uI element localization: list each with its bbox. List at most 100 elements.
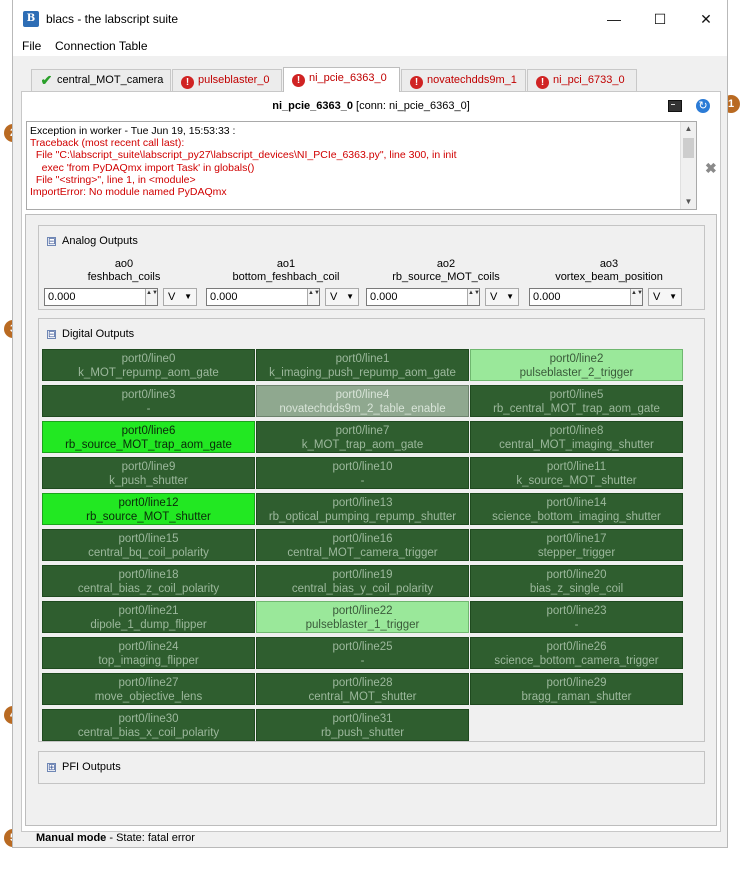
state-label: - State: fatal error (106, 832, 195, 844)
device-panel: ni_pcie_6363_0 [conn: ni_pcie_6363_0] ↻ … (21, 91, 721, 832)
do-name-label: rb_central_MOT_trap_aom_gate (493, 403, 660, 415)
tab-ni-pcie-6363-0[interactable]: ! ni_pcie_6363_0 (283, 67, 400, 92)
digital-output-button[interactable]: port0/line2 pulseblaster_2_trigger (470, 349, 683, 381)
minimize-button[interactable]: — (591, 6, 637, 32)
digital-output-button[interactable]: port0/line0 k_MOT_repump_aom_gate (42, 349, 255, 381)
collapse-icon[interactable]: ⊟ (47, 330, 56, 339)
analog-outputs-title: Analog Outputs (62, 235, 138, 247)
tab-pulseblaster-0[interactable]: ! pulseblaster_0 (172, 69, 282, 91)
do-port-label: port0/line18 (118, 569, 179, 581)
ao-name: vortex_beam_position (555, 271, 663, 283)
spin-arrows-icon[interactable]: ▲▼ (307, 289, 320, 305)
tab-novatechdds9m-1[interactable]: ! novatechdds9m_1 (401, 69, 526, 91)
ao-channel: ao2 (436, 258, 456, 270)
ao-unit-select[interactable]: V ▼ (648, 288, 682, 306)
analog-output-ao0: ao0 feshbach_coils 0.000 ▲▼ V ▼ (44, 258, 204, 306)
digital-output-button[interactable]: port0/line6 rb_source_MOT_trap_aom_gate (42, 421, 255, 453)
digital-output-button[interactable]: port0/line10 - (256, 457, 469, 489)
device-connection: [conn: ni_pcie_6363_0] (356, 100, 470, 112)
error-message-box[interactable]: Exception in worker - Tue Jun 19, 15:53:… (26, 121, 697, 210)
error-icon: ! (292, 74, 305, 87)
refresh-icon[interactable]: ↻ (696, 99, 710, 113)
do-port-label: port0/line20 (546, 569, 607, 581)
digital-output-button[interactable]: port0/line31 rb_push_shutter (256, 709, 469, 741)
digital-output-button[interactable]: port0/line11 k_source_MOT_shutter (470, 457, 683, 489)
title-bar: B blacs - the labscript suite — ☐ ✕ (13, 0, 727, 38)
do-name-label: k_MOT_trap_aom_gate (301, 439, 424, 451)
digital-output-button[interactable]: port0/line9 k_push_shutter (42, 457, 255, 489)
ao-value-input[interactable]: 0.000 ▲▼ (366, 288, 480, 306)
analog-outputs-group: ⊟ Analog Outputs ao0 feshbach_coils 0.000… (38, 225, 705, 310)
digital-output-button[interactable]: port0/line29 bragg_raman_shutter (470, 673, 683, 705)
digital-output-button[interactable]: port0/line30 central_bias_x_coil_polarity (42, 709, 255, 741)
collapse-icon[interactable]: ⊟ (47, 237, 56, 246)
do-port-label: port0/line23 (546, 605, 607, 617)
window-title: blacs - the labscript suite (46, 12, 179, 26)
error-scrollbar[interactable]: ▲ ▼ (680, 122, 696, 209)
expand-icon[interactable]: ⊞ (47, 763, 56, 772)
digital-output-button[interactable]: port0/line15 central_bq_coil_polarity (42, 529, 255, 561)
scroll-down-icon[interactable]: ▼ (681, 195, 696, 209)
do-port-label: port0/line31 (332, 713, 393, 725)
tab-label: ni_pcie_6363_0 (309, 72, 387, 84)
spin-arrows-icon[interactable]: ▲▼ (630, 289, 643, 305)
ao-value-input[interactable]: 0.000 ▲▼ (529, 288, 643, 306)
scroll-up-icon[interactable]: ▲ (681, 122, 696, 136)
digital-output-button[interactable]: port0/line13 rb_optical_pumping_repump_sh… (256, 493, 469, 525)
mode-label: Manual mode (36, 832, 107, 844)
ao-value: 0.000 (533, 291, 561, 303)
digital-output-button[interactable]: port0/line27 move_objective_lens (42, 673, 255, 705)
digital-output-button[interactable]: port0/line28 central_MOT_shutter (256, 673, 469, 705)
digital-output-button[interactable]: port0/line5 rb_central_MOT_trap_aom_gate (470, 385, 683, 417)
do-name-label: bragg_raman_shutter (521, 691, 632, 703)
digital-output-button[interactable]: port0/line18 central_bias_z_coil_polarity (42, 565, 255, 597)
ao-unit-select[interactable]: V ▼ (163, 288, 197, 306)
terminal-icon[interactable] (668, 100, 682, 112)
digital-output-button[interactable]: port0/line22 pulseblaster_1_trigger (256, 601, 469, 633)
digital-output-button[interactable]: port0/line26 science_bottom_camera_trigge… (470, 637, 683, 669)
spin-arrows-icon[interactable]: ▲▼ (145, 289, 158, 305)
digital-output-button[interactable]: port0/line3 - (42, 385, 255, 417)
dismiss-error-icon[interactable]: ✖ (705, 160, 717, 177)
digital-output-button[interactable]: port0/line16 central_MOT_camera_trigger (256, 529, 469, 561)
ao-value-input[interactable]: 0.000 ▲▼ (206, 288, 320, 306)
pfi-outputs-header[interactable]: ⊞ PFI Outputs (47, 761, 121, 773)
ao-name: rb_source_MOT_coils (392, 271, 500, 283)
digital-output-button[interactable]: port0/line20 bias_z_single_coil (470, 565, 683, 597)
spin-arrows-icon[interactable]: ▲▼ (467, 289, 480, 305)
ao-value-input[interactable]: 0.000 ▲▼ (44, 288, 158, 306)
menu-connection-table[interactable]: Connection Table (55, 39, 148, 53)
chevron-down-icon: ▼ (184, 292, 192, 301)
digital-output-button[interactable]: port0/line24 top_imaging_flipper (42, 637, 255, 669)
digital-output-button[interactable]: port0/line1 k_imaging_push_repump_aom_gat… (256, 349, 469, 381)
do-name-label: k_imaging_push_repump_aom_gate (269, 367, 456, 379)
digital-output-button[interactable]: port0/line21 dipole_1_dump_flipper (42, 601, 255, 633)
digital-output-button[interactable]: port0/line14 science_bottom_imaging_shutt… (470, 493, 683, 525)
digital-output-button[interactable]: port0/line19 central_bias_y_coil_polarity (256, 565, 469, 597)
digital-output-button[interactable]: port0/line25 - (256, 637, 469, 669)
ao-unit-select[interactable]: V ▼ (485, 288, 519, 306)
digital-output-button[interactable]: port0/line8 central_MOT_imaging_shutter (470, 421, 683, 453)
scroll-thumb[interactable] (683, 138, 694, 158)
analog-outputs-header[interactable]: ⊟ Analog Outputs (47, 235, 138, 247)
menu-file[interactable]: File (22, 39, 41, 53)
chevron-down-icon: ▼ (669, 292, 677, 301)
ao-unit-select[interactable]: V ▼ (325, 288, 359, 306)
controls-area: ⊟ Analog Outputs ao0 feshbach_coils 0.000… (25, 214, 717, 826)
ao-channel: ao1 (276, 258, 296, 270)
tab-central-mot-camera[interactable]: ✔ central_MOT_camera (31, 69, 171, 91)
do-name-label: pulseblaster_1_trigger (305, 619, 420, 631)
digital-output-button[interactable]: port0/line12 rb_source_MOT_shutter (42, 493, 255, 525)
tab-ni-pci-6733-0[interactable]: ! ni_pci_6733_0 (527, 69, 637, 91)
error-line: ImportError: No module named PyDAQmx (30, 186, 227, 199)
ao-value: 0.000 (370, 291, 398, 303)
digital-output-button[interactable]: port0/line17 stepper_trigger (470, 529, 683, 561)
close-button[interactable]: ✕ (683, 6, 729, 32)
do-port-label: port0/line1 (335, 353, 390, 365)
digital-outputs-header[interactable]: ⊟ Digital Outputs (47, 328, 134, 340)
maximize-button[interactable]: ☐ (637, 6, 683, 32)
digital-outputs-title: Digital Outputs (62, 328, 135, 340)
digital-output-button[interactable]: port0/line23 - (470, 601, 683, 633)
digital-output-button[interactable]: port0/line7 k_MOT_trap_aom_gate (256, 421, 469, 453)
do-port-label: port0/line0 (121, 353, 176, 365)
